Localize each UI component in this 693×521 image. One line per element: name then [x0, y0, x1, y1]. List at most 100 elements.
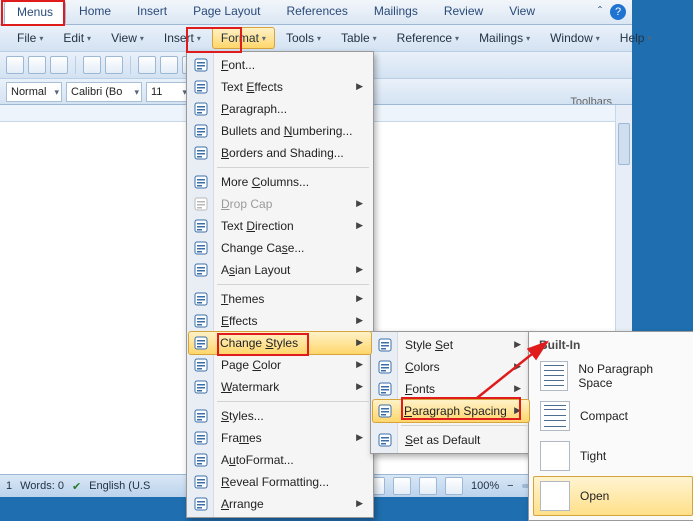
view-draft-icon[interactable] [445, 477, 463, 495]
menu-item-icon [193, 496, 210, 513]
menu-item-fonts[interactable]: Fonts▶ [373, 378, 529, 400]
submenu-arrow-icon: ▶ [356, 220, 363, 231]
classic-menu-bar: File▾ Edit▾ View▾ Insert▾ Format▾ Tools▾… [0, 25, 632, 52]
preview-icon[interactable] [105, 56, 123, 74]
submenu-arrow-icon: ▶ [356, 315, 363, 326]
new-icon[interactable] [6, 56, 24, 74]
menu-mailings[interactable]: Mailings▾ [470, 27, 539, 49]
status-language[interactable]: English (U.S [89, 480, 150, 492]
tab-home[interactable]: Home [66, 0, 124, 24]
menu-item-icon [377, 403, 394, 420]
menu-item-icon [193, 335, 210, 352]
view-outline-icon[interactable] [419, 477, 437, 495]
spacing-option-label: Open [580, 489, 609, 503]
zoom-out-button[interactable]: − [507, 480, 513, 492]
menu-item-style-set[interactable]: Style Set▶ [373, 334, 529, 356]
menu-item-bullets-and-numbering[interactable]: Bullets and Numbering... [189, 120, 371, 142]
menu-table[interactable]: Table▾ [332, 27, 386, 49]
menu-item-borders-and-shading[interactable]: Borders and Shading... [189, 142, 371, 164]
tab-mailings[interactable]: Mailings [361, 0, 431, 24]
menu-item-label: Text Effects [221, 80, 283, 94]
tab-menus[interactable]: Menus [4, 1, 66, 24]
view-web-layout-icon[interactable] [393, 477, 411, 495]
open-icon[interactable] [28, 56, 46, 74]
spacing-option-open[interactable]: Open [533, 476, 693, 516]
menu-view[interactable]: View▾ [102, 27, 153, 49]
menu-item-change-styles[interactable]: Change Styles▶ [188, 331, 372, 355]
submenu-arrow-icon: ▶ [356, 198, 363, 209]
menu-item-drop-cap: Drop Cap▶ [189, 193, 371, 215]
menu-item-paragraph[interactable]: Paragraph... [189, 98, 371, 120]
submenu-arrow-icon: ▶ [356, 81, 363, 92]
menu-item-font[interactable]: Font... [189, 54, 371, 76]
menu-item-paragraph-spacing[interactable]: Paragraph Spacing▶ [372, 399, 530, 423]
menu-help[interactable]: Help▾ [611, 27, 661, 49]
menu-item-arrange[interactable]: Arrange▶ [189, 493, 371, 515]
menu-item-reveal-formatting[interactable]: Reveal Formatting... [189, 471, 371, 493]
menu-item-more-columns[interactable]: More Columns... [189, 171, 371, 193]
panel-header: Built-In [533, 336, 693, 356]
menu-item-watermark[interactable]: Watermark▶ [189, 376, 371, 398]
minimize-ribbon-icon[interactable]: ˆ [598, 0, 606, 24]
tab-references[interactable]: References [273, 0, 360, 24]
menu-separator [217, 401, 369, 402]
submenu-arrow-icon: ▶ [356, 498, 363, 509]
spacing-option-no-paragraph-space[interactable]: No Paragraph Space [533, 356, 693, 396]
menu-item-asian-layout[interactable]: Asian Layout▶ [189, 259, 371, 281]
menu-item-themes[interactable]: Themes▶ [189, 288, 371, 310]
tab-page-layout[interactable]: Page Layout [180, 0, 273, 24]
menu-item-label: Page Color [221, 358, 281, 372]
status-page[interactable]: 1 [6, 480, 12, 492]
menu-edit[interactable]: Edit▾ [54, 27, 100, 49]
menu-item-text-effects[interactable]: Text Effects ▶ [189, 76, 371, 98]
style-combo[interactable]: Normal [6, 82, 62, 102]
menu-item-text-direction[interactable]: Text Direction ▶ [189, 215, 371, 237]
menu-item-label: Text Direction [221, 219, 294, 233]
font-combo[interactable]: Calibri (Bo [66, 82, 142, 102]
help-icon[interactable]: ? [610, 4, 626, 20]
menu-item-change-case[interactable]: Change Case... [189, 237, 371, 259]
tab-review[interactable]: Review [431, 0, 496, 24]
status-words[interactable]: Words: 0 [20, 480, 64, 492]
menu-item-label: Bullets and Numbering... [221, 124, 352, 138]
menu-item-icon [193, 430, 210, 447]
menu-item-label: Colors [405, 360, 440, 374]
menu-item-label: Reveal Formatting... [221, 475, 329, 489]
submenu-arrow-icon: ▶ [514, 339, 521, 350]
menu-format[interactable]: Format▾ [212, 27, 275, 49]
menu-item-icon [377, 359, 394, 376]
font-size-combo[interactable]: 11 [146, 82, 190, 102]
tab-view[interactable]: View [496, 0, 548, 24]
scrollbar-thumb[interactable] [618, 123, 630, 165]
zoom-level[interactable]: 100% [471, 480, 499, 492]
submenu-arrow-icon: ▶ [356, 432, 363, 443]
menu-item-frames[interactable]: Frames▶ [189, 427, 371, 449]
menu-item-set-as-default[interactable]: Set as Default [373, 429, 529, 451]
menu-item-icon [193, 408, 210, 425]
menu-insert[interactable]: Insert▾ [155, 27, 210, 49]
print-icon[interactable] [83, 56, 101, 74]
menu-item-icon [193, 196, 210, 213]
menu-item-icon [193, 174, 210, 191]
spacing-option-label: No Paragraph Space [578, 362, 682, 390]
menu-item-autoformat[interactable]: AutoFormat... [189, 449, 371, 471]
menu-file[interactable]: File▾ [8, 27, 52, 49]
menu-window[interactable]: Window▾ [541, 27, 609, 49]
menu-item-icon [193, 101, 210, 118]
menu-item-effects[interactable]: Effects ▶ [189, 310, 371, 332]
save-icon[interactable] [50, 56, 68, 74]
menu-item-styles[interactable]: Styles... [189, 405, 371, 427]
tab-insert[interactable]: Insert [124, 0, 180, 24]
cut-icon[interactable] [138, 56, 156, 74]
menu-tools[interactable]: Tools▾ [277, 27, 330, 49]
submenu-arrow-icon: ▶ [514, 383, 521, 394]
menu-item-page-color[interactable]: Page Color▶ [189, 354, 371, 376]
spacing-option-tight[interactable]: Tight [533, 436, 693, 476]
menu-item-label: Effects [221, 314, 257, 328]
spacing-option-compact[interactable]: Compact [533, 396, 693, 436]
spacing-swatch-icon [540, 401, 570, 431]
copy-icon[interactable] [160, 56, 178, 74]
menu-reference[interactable]: Reference▾ [388, 27, 468, 49]
menu-item-label: AutoFormat... [221, 453, 294, 467]
menu-item-colors[interactable]: Colors▶ [373, 356, 529, 378]
